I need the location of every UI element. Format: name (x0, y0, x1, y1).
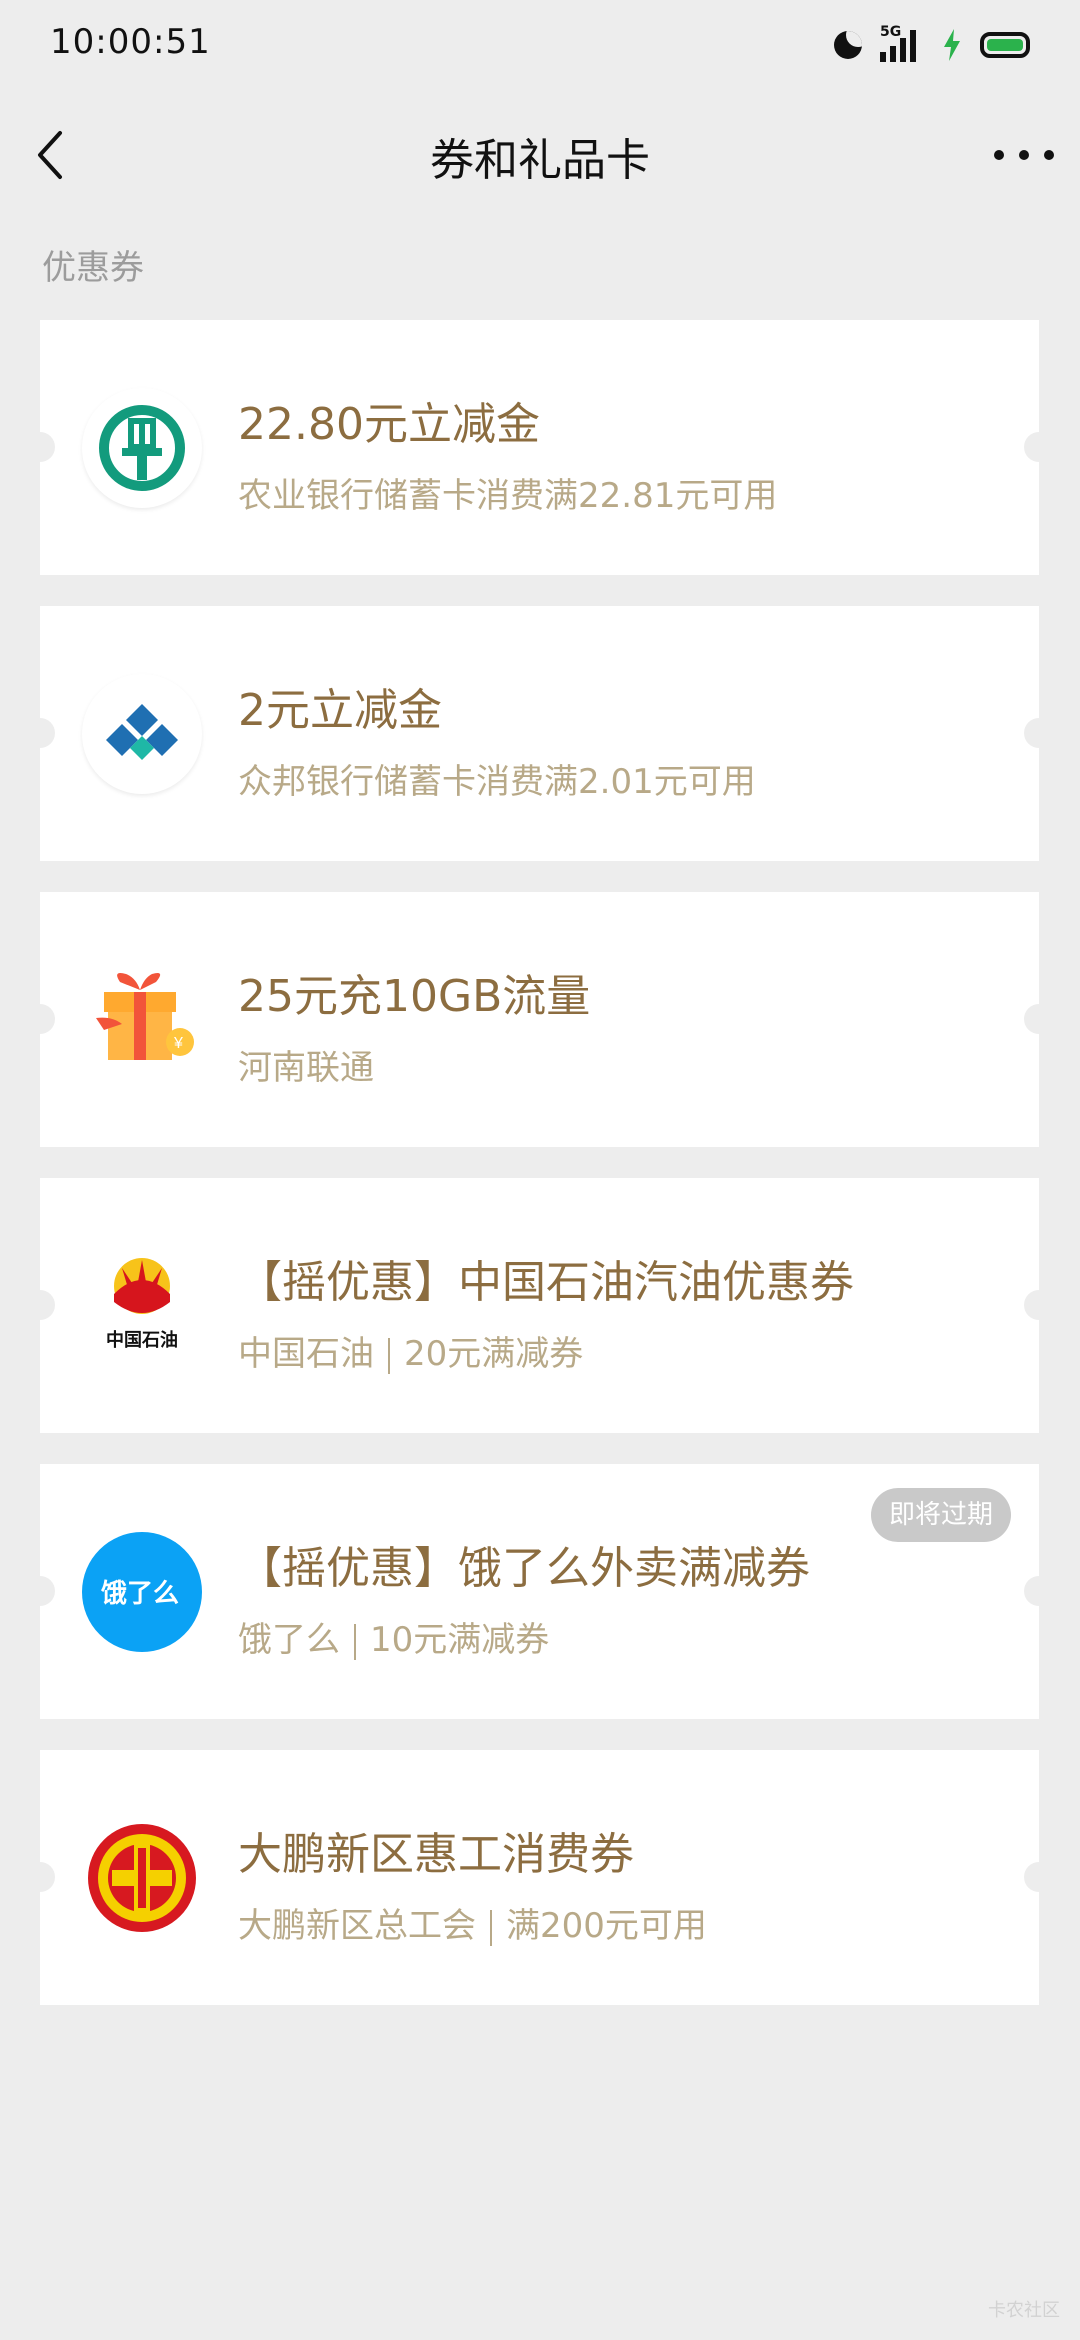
coupon-title: 大鹏新区惠工消费券 (238, 1829, 634, 1880)
charging-bolt-icon (942, 29, 962, 61)
trade-union-logo-icon (82, 1818, 202, 1938)
svg-text:¥: ¥ (173, 1035, 183, 1052)
coupon-card[interactable]: 饿了么 【摇优惠】饿了么外卖满减券 饿了么 10元满减券 即将过期 (25, 1464, 1054, 1719)
coupon-detail: 10元满减券 (370, 1620, 550, 1660)
more-dot-icon (994, 150, 1004, 160)
battery-icon (980, 32, 1030, 58)
coupon-card[interactable]: 大鹏新区惠工消费券 大鹏新区总工会 满200元可用 (25, 1750, 1054, 2005)
eleme-logo-text: 饿了么 (100, 1579, 179, 1609)
signal-strength-icon: 5G (880, 24, 924, 62)
zhongbang-bank-logo-icon (82, 674, 202, 794)
divider (354, 1623, 356, 1660)
coupon-subtitle: 农业银行储蓄卡消费满22.81元可用 (238, 476, 778, 516)
coupon-card[interactable]: 中国石油 【摇优惠】中国石油汽油优惠券 中国石油 20元满减券 (25, 1178, 1054, 1433)
coupon-card[interactable]: 2元立减金 众邦银行储蓄卡消费满2.01元可用 (25, 606, 1054, 861)
coupon-subtitle: 大鹏新区总工会 满200元可用 (238, 1898, 707, 1947)
coupon-title: 25元充10GB流量 (238, 971, 591, 1022)
coupon-card[interactable]: ¥ 25元充10GB流量 河南联通 (25, 892, 1054, 1147)
coupon-card[interactable]: 22.80元立减金 农业银行储蓄卡消费满22.81元可用 (25, 320, 1054, 575)
coupon-title: 22.80元立减金 (238, 399, 540, 450)
coupon-list: 22.80元立减金 农业银行储蓄卡消费满22.81元可用 2元立减金 众邦银行储… (25, 320, 1054, 2036)
coupon-subtitle: 众邦银行储蓄卡消费满2.01元可用 (238, 762, 756, 802)
more-dot-icon (1044, 150, 1054, 160)
petrochina-logo-icon: 中国石油 (82, 1246, 202, 1366)
status-icons: 5G (834, 24, 1030, 62)
do-not-disturb-moon-icon (834, 31, 862, 59)
coupon-merchant: 饿了么 (238, 1620, 340, 1660)
coupon-detail: 20元满减券 (404, 1334, 584, 1374)
expiring-soon-badge: 即将过期 (870, 1488, 1011, 1542)
more-options-button[interactable] (994, 135, 1054, 175)
coupon-merchant: 大鹏新区总工会 (238, 1906, 476, 1946)
petrochina-logo-text: 中国石油 (106, 1329, 178, 1351)
coupon-subtitle: 河南联通 (238, 1048, 374, 1088)
coupon-title: 【摇优惠】饿了么外卖满减券 (238, 1543, 810, 1594)
section-title-coupons: 优惠券 (42, 248, 144, 288)
status-bar: 10:00:51 5G (0, 0, 1080, 90)
eleme-logo-icon: 饿了么 (82, 1532, 202, 1652)
coupon-title: 2元立减金 (238, 685, 442, 736)
abc-bank-logo-icon (82, 388, 202, 508)
coupon-merchant: 中国石油 (238, 1334, 374, 1374)
divider (490, 1909, 492, 1946)
status-time: 10:00:51 (50, 22, 211, 62)
coupon-subtitle: 中国石油 20元满减券 (238, 1326, 583, 1375)
nav-bar: 券和礼品卡 (0, 100, 1080, 210)
coupon-detail: 满200元可用 (506, 1906, 707, 1946)
coupon-subtitle: 饿了么 10元满减券 (238, 1612, 549, 1661)
coupon-title: 【摇优惠】中国石油汽油优惠券 (238, 1257, 854, 1308)
gift-box-icon: ¥ (82, 960, 202, 1080)
watermark: 卡农社区 (988, 2300, 1060, 2321)
divider (388, 1337, 390, 1374)
more-dot-icon (1019, 150, 1029, 160)
page-title: 券和礼品卡 (430, 135, 650, 186)
network-type-label: 5G (880, 24, 902, 40)
